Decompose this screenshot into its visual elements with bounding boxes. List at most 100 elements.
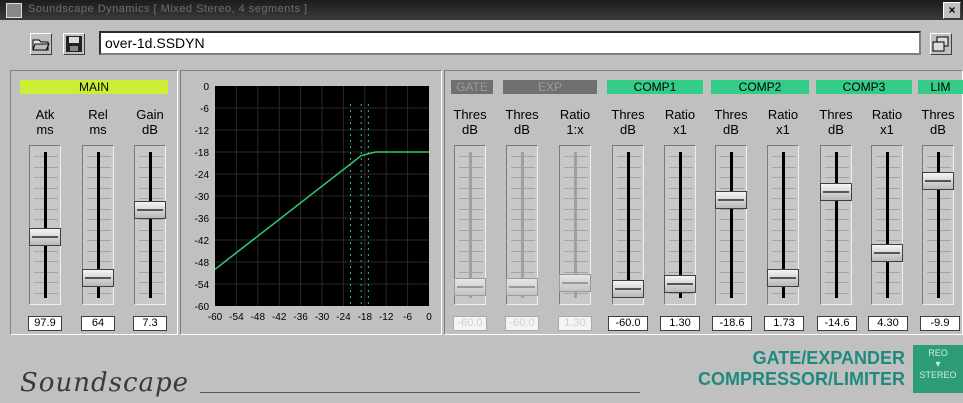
comp2-thres-value[interactable]: -18.6 [712,316,752,331]
y-tick-label: -6 [200,104,209,115]
gate-thres-fader[interactable] [454,145,486,305]
gate-thres-value[interactable]: -60.0 [453,316,487,331]
x-tick-label: -24 [336,312,351,323]
exp-ratio-label: Ratio 1:x [559,107,591,137]
comp1-header: COMP1 [607,80,703,94]
fader-knob[interactable] [134,200,166,219]
gate-header: GATE [451,80,493,94]
comp2-ratio-label: Ratio x1 [767,107,799,137]
fader-knob[interactable] [506,278,538,297]
release-label: Rel ms [88,107,108,137]
app-icon[interactable] [6,3,22,18]
open-file-button[interactable] [30,33,52,55]
comp3-ratio-value[interactable]: 4.30 [868,316,908,331]
fader-knob[interactable] [559,274,591,293]
folder-open-icon [32,39,50,51]
fader-knob[interactable] [82,268,114,287]
comp1-ratio-value[interactable]: 1.30 [660,316,700,331]
stereo-badge-line2: STEREO [919,370,957,380]
comp3-ratio-label: Ratio x1 [871,107,903,137]
gain-fader[interactable] [134,145,166,305]
fader-knob[interactable] [454,278,486,297]
transfer-curve-graph: 0-6-12-18-24-30-36-42-48-54-60 -60 -54 -48… [195,82,433,323]
chevron-down-icon: ▾ [935,359,941,370]
y-tick-label: -42 [195,236,210,247]
exp-thres-fader[interactable] [506,145,538,305]
dynamics-window: Soundscape Dynamics [ Mixed Stereo, 4 se… [0,0,963,403]
x-tick-label: -36 [293,312,308,323]
attack-value[interactable]: 97.9 [28,316,62,331]
release-value[interactable]: 64 [81,316,115,331]
comp1-ratio-fader[interactable] [664,145,696,305]
comp3-thres-value[interactable]: -14.6 [817,316,857,331]
y-tick-label: -24 [195,170,210,181]
fader-knob[interactable] [767,268,799,287]
windows-stack-icon [932,36,949,52]
comp1-thres-value[interactable]: -60.0 [608,316,648,331]
close-button[interactable]: × [943,2,961,19]
logo-underline [200,392,640,393]
x-tick-label: -6 [403,312,412,323]
fader-knob[interactable] [664,275,696,294]
floppy-disk-icon [66,36,82,52]
fader-knob[interactable] [29,227,61,246]
title-bar[interactable]: Soundscape Dynamics [ Mixed Stereo, 4 se… [0,0,963,20]
x-tick-label: -12 [379,312,394,323]
comp2-ratio-value[interactable]: 1.73 [764,316,804,331]
module-title-line2: COMPRESSOR/LIMITER [697,369,905,389]
comp1-thres-label: Thres dB [611,107,645,137]
exp-ratio-fader[interactable] [559,145,591,305]
lim-thres-value[interactable]: -9.9 [920,316,960,331]
fader-knob[interactable] [871,244,903,263]
stereo-mode-button[interactable]: REO ▾ STEREO [913,345,963,393]
save-file-button[interactable] [63,33,85,55]
fader-knob[interactable] [820,183,852,201]
comp3-thres-fader[interactable] [820,145,852,305]
x-tick-label: -54 [229,312,244,323]
window-title: Soundscape Dynamics [ Mixed Stereo, 4 se… [28,3,308,15]
lim-header: LIM [918,80,963,94]
y-tick-label: -12 [195,126,210,137]
exp-header: EXP [503,80,597,94]
y-tick-label: -48 [195,258,210,269]
comp2-header: COMP2 [711,80,809,94]
stereo-badge-line1: REO [928,348,948,358]
fader-knob[interactable] [715,191,747,210]
y-tick-label: 0 [203,82,209,93]
lim-thres-label: Thres dB [921,107,955,137]
y-tick-label: -36 [195,214,210,225]
window-copy-button[interactable] [930,33,952,55]
x-tick-label: -18 [358,312,373,323]
attack-fader[interactable] [29,145,61,305]
comp2-thres-label: Thres dB [714,107,748,137]
y-tick-label: -18 [195,148,210,159]
exp-thres-label: Thres dB [505,107,539,137]
exp-thres-value[interactable]: -60.0 [505,316,539,331]
fader-knob[interactable] [612,279,644,298]
x-tick-label: -42 [272,312,287,323]
x-tick-label: 0 [426,312,432,323]
fader-knob[interactable] [922,172,954,191]
y-tick-label: -54 [195,280,210,291]
comp2-ratio-fader[interactable] [767,145,799,305]
filename-field[interactable]: over-1d.SSDYN [99,31,921,55]
x-tick-label: -30 [315,312,330,323]
comp3-header: COMP3 [816,80,912,94]
comp1-ratio-label: Ratio x1 [664,107,696,137]
x-tick-label: -48 [251,312,266,323]
soundscape-logo: Soundscape [20,368,190,398]
y-tick-label: -30 [195,192,210,203]
comp2-thres-fader[interactable] [715,145,747,305]
module-title-line1: GATE/EXPANDER [752,348,905,368]
gain-label: Gain dB [136,107,164,137]
exp-ratio-value[interactable]: 1.30 [558,316,592,331]
main-header: MAIN [20,80,168,94]
lim-thres-fader[interactable] [922,145,954,305]
comp1-thres-fader[interactable] [612,145,644,305]
attack-label: Atk ms [35,107,55,137]
gate-thres-label: Thres dB [453,107,487,137]
comp3-ratio-fader[interactable] [871,145,903,305]
release-fader[interactable] [82,145,114,305]
gain-value[interactable]: 7.3 [133,316,167,331]
x-tick-label: -60 [208,312,223,323]
